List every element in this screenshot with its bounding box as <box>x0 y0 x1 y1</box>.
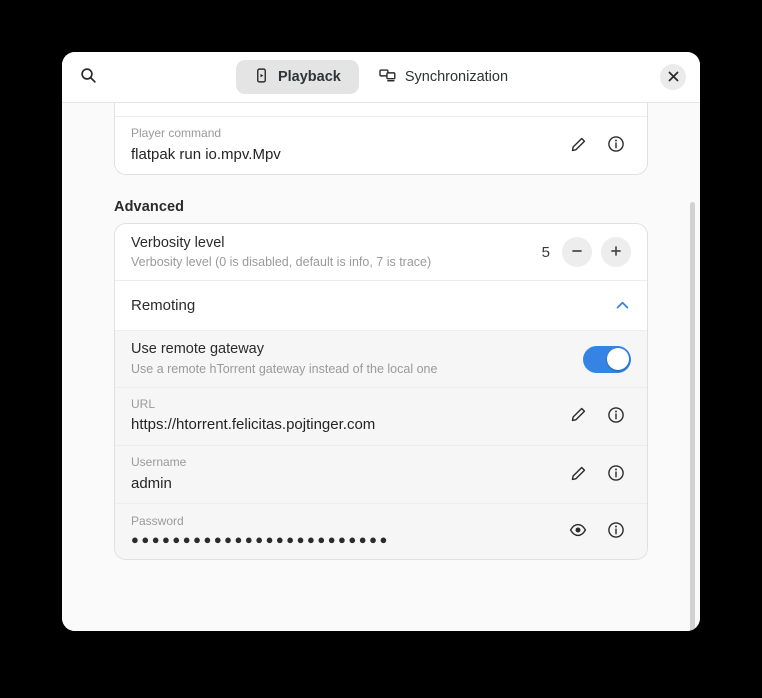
player-command-label: Player command <box>131 126 222 140</box>
close-button[interactable] <box>660 64 686 90</box>
use-remote-gateway-title: Use remote gateway <box>131 341 264 358</box>
plus-icon <box>609 244 623 261</box>
verbosity-increase-button[interactable] <box>601 237 631 268</box>
tab-playback-label: Playback <box>277 68 341 85</box>
row-verbosity-level: Verbosity level Verbosity level (0 is di… <box>115 224 647 281</box>
preferences-group-playback: Storage location Path to store downloade… <box>114 103 648 176</box>
password-label: Password <box>131 513 184 528</box>
remoting-title: Remoting <box>131 297 196 315</box>
view-switcher: Playback Synchronization <box>62 60 700 94</box>
minus-icon <box>570 244 584 261</box>
preferences-scroll-area[interactable]: Storage location Path to store downloade… <box>62 103 700 631</box>
info-icon <box>607 521 625 542</box>
toggle-knob <box>606 348 629 371</box>
row-password[interactable]: Password ●●●●●●●●●●●●●●●●●●●●●●●●● <box>115 503 647 560</box>
close-icon <box>668 70 679 85</box>
eye-icon <box>569 521 587 542</box>
chevron-up-icon[interactable] <box>614 297 631 314</box>
verbosity-level-subtitle: Verbosity level (0 is disabled, default … <box>131 255 432 270</box>
row-username[interactable]: Username admin <box>115 445 647 504</box>
info-url-button[interactable] <box>601 401 631 431</box>
use-remote-gateway-toggle[interactable] <box>583 345 631 373</box>
tab-playback[interactable]: Playback <box>235 60 359 94</box>
verbosity-level-title: Verbosity level <box>131 234 225 251</box>
info-password-button[interactable] <box>601 517 631 547</box>
info-username-button[interactable] <box>601 460 631 490</box>
preferences-window: Playback Synchronization Player command … <box>62 52 700 631</box>
preferences-group-advanced: Verbosity level Verbosity level (0 is di… <box>114 223 648 561</box>
search-icon <box>80 67 97 87</box>
edit-player-command-button[interactable] <box>563 131 593 161</box>
pencil-icon <box>570 406 587 426</box>
verbosity-decrease-button[interactable] <box>562 237 592 268</box>
row-storage-location[interactable]: Storage location Path to store downloade… <box>115 103 647 116</box>
storage-location-subtitle: Path to store downloaded torrents in <box>131 103 589 107</box>
edit-username-button[interactable] <box>563 460 593 490</box>
username-label: Username <box>131 455 187 470</box>
password-actions <box>563 517 631 547</box>
info-icon <box>607 464 625 485</box>
player-command-actions <box>563 131 631 161</box>
tab-synchronization-label: Synchronization <box>404 68 509 85</box>
tab-synchronization[interactable]: Synchronization <box>361 60 526 94</box>
player-command-value[interactable]: flatpak run io.mpv.Mpv <box>131 144 551 166</box>
edit-url-button[interactable] <box>563 401 593 431</box>
media-player-icon <box>254 67 269 87</box>
info-icon <box>607 406 625 427</box>
info-icon <box>607 135 625 156</box>
search-button[interactable] <box>72 61 104 93</box>
pencil-icon <box>570 465 587 485</box>
screens-sync-icon <box>379 68 396 87</box>
password-value[interactable]: ●●●●●●●●●●●●●●●●●●●●●●●●● <box>131 531 551 550</box>
verbosity-value: 5 <box>541 243 550 261</box>
reveal-password-button[interactable] <box>563 517 593 547</box>
row-use-remote-gateway[interactable]: Use remote gateway Use a remote hTorrent… <box>115 330 647 387</box>
header-bar: Playback Synchronization <box>62 52 700 103</box>
use-remote-gateway-subtitle: Use a remote hTorrent gateway instead of… <box>131 361 438 376</box>
url-value[interactable]: https://htorrent.felicitas.pojtinger.com <box>131 414 551 436</box>
url-actions <box>563 401 631 431</box>
info-player-command-button[interactable] <box>601 131 631 161</box>
url-label: URL <box>131 396 156 411</box>
row-url[interactable]: URL https://htorrent.felicitas.pojtinger… <box>115 386 647 446</box>
username-value[interactable]: admin <box>131 473 551 495</box>
pencil-icon <box>570 136 587 156</box>
scrollbar-thumb[interactable] <box>690 202 695 631</box>
verbosity-stepper: 5 <box>536 237 631 268</box>
row-player-command[interactable]: Player command flatpak run io.mpv.Mpv <box>115 116 647 175</box>
group-title-advanced: Advanced <box>114 199 185 216</box>
row-remoting-expander[interactable]: Remoting <box>115 280 647 331</box>
username-actions <box>563 460 631 490</box>
